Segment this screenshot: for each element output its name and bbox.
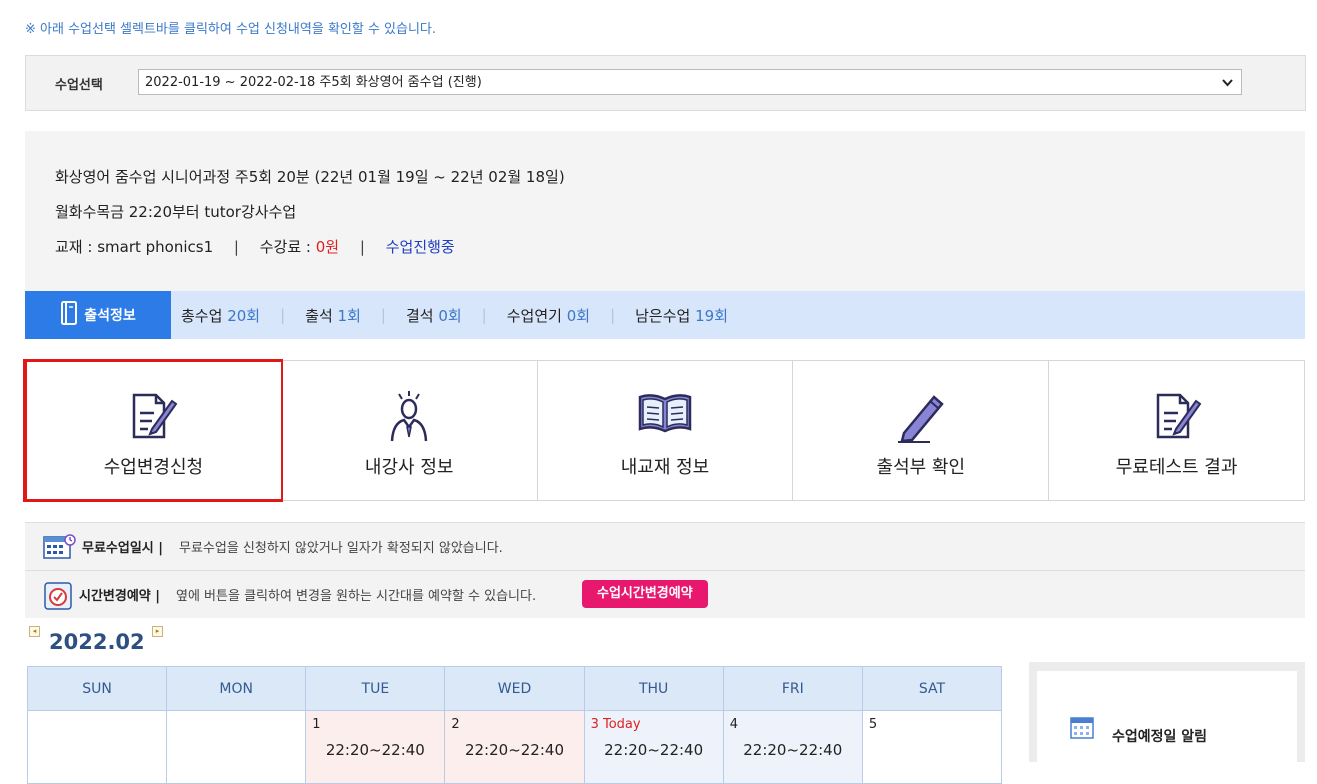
class-time-slot: 22:20~22:40 <box>604 741 704 759</box>
day-number: 1 <box>312 717 321 732</box>
stat-postponed: 수업연기 0회 <box>506 306 591 325</box>
edit-document-icon <box>128 391 178 445</box>
calendar-week-row: 1 22:20~22:40 2 22:20~22:40 3 Today 22:2… <box>26 710 1003 784</box>
attendance-stats: 총수업 20회 | 출석 1회 | 결석 0회 | 수업연기 0회 | 남은수업… <box>181 291 728 339</box>
next-month-button[interactable]: ▸ <box>152 626 163 637</box>
calendar-day-cell <box>26 710 168 784</box>
calendar-table: SUN MON TUE WED THU FRI SAT 1 22:20~22:4… <box>26 666 1003 784</box>
menu-label: 내강사 정보 <box>364 457 454 478</box>
menu-teacher-info[interactable]: 내강사 정보 <box>282 361 538 500</box>
notice-text: ※ 아래 수업선택 셀렉트바를 클릭하여 수업 신청내역을 확인할 수 있습니다… <box>25 22 437 37</box>
attendance-bar: 출석정보 총수업 20회 | 출석 1회 | 결석 0회 | 수업연기 0회 |… <box>25 291 1305 339</box>
stat-remaining: 남은수업 19회 <box>635 306 728 325</box>
quick-menu: 수업변경신청 내강사 정보 내교재 정보 출석부 확인 무료테스트 결과 <box>23 359 1305 502</box>
menu-textbook-info[interactable]: 내교재 정보 <box>538 361 794 500</box>
class-schedule-alert-card: 수업예정일 알림 <box>1037 671 1297 771</box>
calendar-day-cell[interactable]: 5 <box>861 710 1003 784</box>
class-schedule-alert-title: 수업예정일 알림 <box>1112 729 1208 745</box>
separator: | <box>359 238 365 256</box>
separator: | <box>610 306 616 324</box>
attendance-title: 출석정보 <box>84 308 136 324</box>
menu-free-test-result[interactable]: 무료테스트 결과 <box>1049 361 1304 500</box>
weekday-header: TUE <box>305 666 446 711</box>
free-class-strip: 무료수업일시 | 무료수업을 신청하지 않았거나 일자가 확정되지 않았습니다. <box>25 522 1305 570</box>
weekday-header: SAT <box>861 666 1003 711</box>
free-class-title: 무료수업일시 | <box>82 541 164 556</box>
calendar-day-cell <box>166 710 307 784</box>
calendar-day-cell[interactable]: 1 22:20~22:40 <box>305 710 446 784</box>
open-book-icon <box>637 391 693 439</box>
weekday-header: THU <box>583 666 724 711</box>
stat-total: 총수업 20회 <box>181 306 261 325</box>
teacher-icon <box>384 391 434 447</box>
day-number: 5 <box>868 717 878 732</box>
textbook-value: smart phonics1 <box>97 238 214 256</box>
weekday-header: FRI <box>722 666 863 711</box>
class-time-slot: 22:20~22:40 <box>464 741 564 759</box>
textbook-label: 교재 : <box>55 238 98 256</box>
course-select-panel: 수업선택 2022-01-19 ~ 2022-02-18 주5회 화상영어 줌수… <box>25 55 1306 111</box>
course-meta-line: 교재 : smart phonics1 | 수강료 : 0원 | 수업진행중 <box>55 236 455 257</box>
weekday-header: SUN <box>26 666 168 711</box>
separator: | <box>380 306 386 324</box>
menu-label: 수업변경신청 <box>103 457 204 478</box>
weekday-header: WED <box>444 666 585 711</box>
course-select-dropdown[interactable]: 2022-01-19 ~ 2022-02-18 주5회 화상영어 줌수업 (진행… <box>138 69 1242 95</box>
prev-month-button[interactable]: ◂ <box>29 626 40 637</box>
weekday-header: MON <box>166 666 307 711</box>
separator: | <box>280 306 286 324</box>
menu-change-request[interactable]: 수업변경신청 <box>23 359 283 502</box>
fee-value: 0원 <box>315 238 340 256</box>
free-class-text: 무료수업을 신청하지 않았거나 일자가 확정되지 않았습니다. <box>179 541 503 556</box>
course-select-value: 2022-01-19 ~ 2022-02-18 주5회 화상영어 줌수업 (진행… <box>145 75 482 90</box>
class-time-slot: 22:20~22:40 <box>325 741 425 759</box>
calendar-icon <box>43 533 77 563</box>
calendar-day-cell-today[interactable]: 3 Today 22:20~22:40 <box>583 710 724 784</box>
attendance-header: 출석정보 <box>25 291 171 339</box>
menu-label: 출석부 확인 <box>876 457 966 478</box>
fee-label: 수강료 : <box>259 238 316 256</box>
separator: | <box>481 306 487 324</box>
class-time-slot: 22:20~22:40 <box>743 741 843 759</box>
course-status: 수업진행중 <box>385 238 455 256</box>
menu-attendance-check[interactable]: 출석부 확인 <box>793 361 1050 500</box>
day-number: 4 <box>729 717 738 732</box>
menu-label: 내교재 정보 <box>620 457 710 478</box>
stat-absent: 결석 0회 <box>405 306 462 325</box>
calendar-day-cell[interactable]: 2 22:20~22:40 <box>444 710 585 784</box>
menu-label: 무료테스트 결과 <box>1115 457 1238 478</box>
time-change-strip: 시간변경예약 | 옆에 버튼을 클릭하여 변경을 원하는 시간대를 예약할 수 … <box>25 570 1305 618</box>
calendar-weekday-row: SUN MON TUE WED THU FRI SAT <box>26 666 1003 711</box>
day-number: 2 <box>451 717 460 732</box>
stat-attended: 출석 1회 <box>305 306 361 325</box>
time-change-text: 옆에 버튼을 클릭하여 변경을 원하는 시간대를 예약할 수 있습니다. <box>176 589 537 604</box>
edit-document-icon <box>1152 391 1202 445</box>
pencil-icon <box>896 391 946 447</box>
calendar-day-cell[interactable]: 4 22:20~22:40 <box>722 710 863 784</box>
separator: | <box>233 238 239 256</box>
class-schedule-alert-panel: 수업예정일 알림 <box>1029 662 1305 771</box>
time-change-reserve-button[interactable]: 수업시간변경예약 <box>582 580 708 608</box>
course-title: 화상영어 줌수업 시니어과정 주5회 20분 (22년 01월 19일 ~ 22… <box>55 168 565 186</box>
course-info-panel: 화상영어 줌수업 시니어과정 주5회 20분 (22년 01월 19일 ~ 22… <box>25 131 1305 291</box>
time-change-icon <box>43 581 75 615</box>
calendar-month: 2022.02 <box>49 630 145 654</box>
course-schedule: 월화수목금 22:20부터 tutor강사수업 <box>55 203 297 221</box>
chevron-down-icon <box>1222 70 1233 106</box>
day-number-today: 3 Today <box>590 717 641 732</box>
time-change-title: 시간변경예약 | <box>79 589 161 604</box>
notebook-icon <box>60 301 84 329</box>
calendar-icon <box>1070 715 1094 743</box>
course-select-label: 수업선택 <box>55 78 103 93</box>
